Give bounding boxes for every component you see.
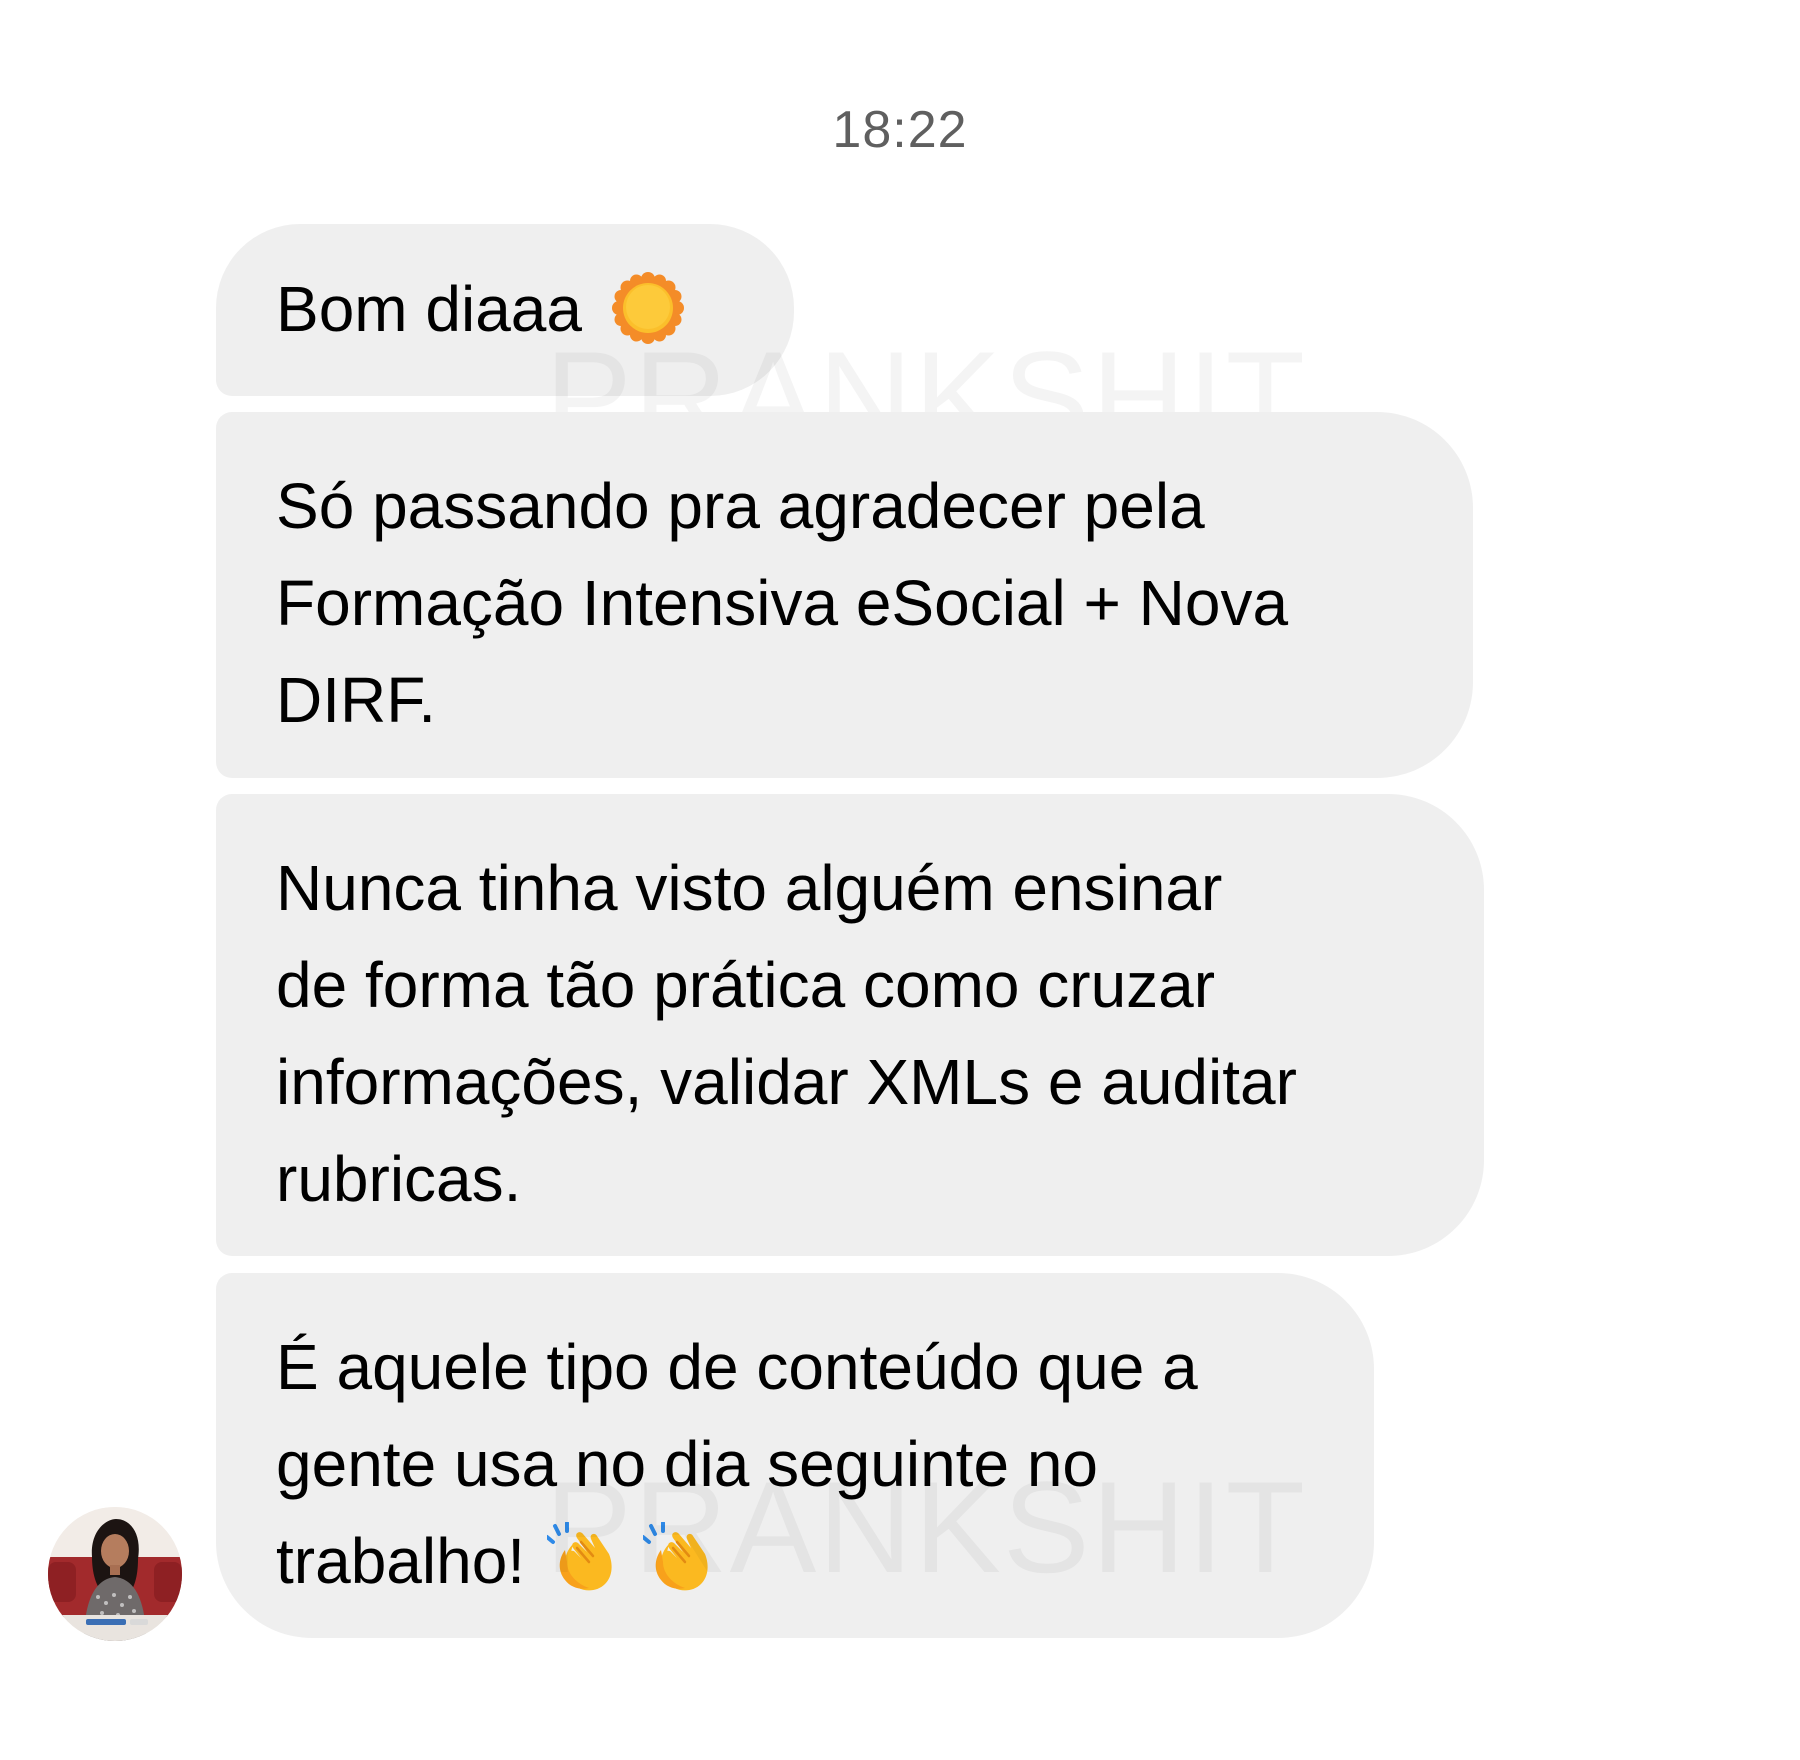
clapping-hands-icon [547,1522,612,1591]
message-timestamp: 18:22 [832,101,968,159]
message-bubble-3[interactable]: Nunca tinha visto alguém ensinar de form… [216,794,1484,1256]
clapping-hands-icon [643,1522,708,1591]
message-text-1: Bom diaaa [276,273,582,345]
avatar[interactable] [48,1507,182,1641]
avatar-photo [48,1507,182,1641]
message-bubble-1[interactable]: Bom diaaa [216,224,794,396]
message-text-4: É aquele tipo de conteúdo que a gente us… [276,1331,1198,1597]
sun-icon [611,272,684,345]
message-bubble-4[interactable]: É aquele tipo de conteúdo que a gente us… [216,1273,1374,1638]
message-bubble-2[interactable]: Só passando pra agradecer pela Formação … [216,412,1473,778]
